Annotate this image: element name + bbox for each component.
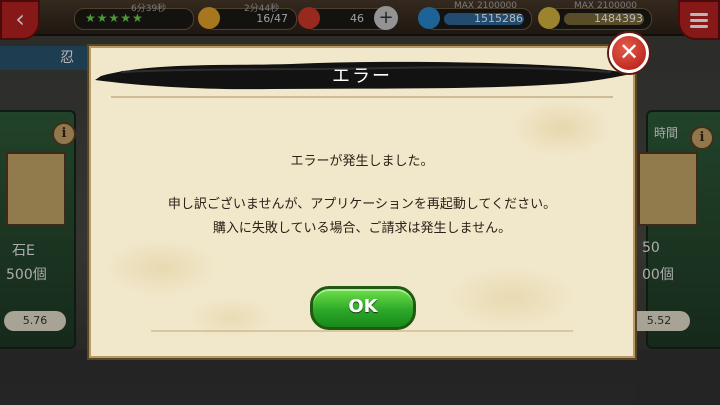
error-message: エラーが発生しました。	[290, 154, 434, 169]
close-icon: ✕	[618, 38, 640, 66]
billing-message: 購入に失敗している場合、ご請求は発生しません。	[212, 221, 512, 236]
ok-button[interactable]: OK	[310, 286, 416, 330]
close-button[interactable]: ✕	[609, 33, 649, 73]
restart-message: 申し訳ございませんが、アプリケーションを再起動してください。	[167, 197, 557, 212]
title-divider	[111, 96, 613, 98]
dialog-title: エラー	[332, 66, 392, 87]
error-dialog: エラー エラーが発生しました。 申し訳ございませんが、アプリケーションを再起動し…	[89, 46, 635, 358]
bottom-divider	[151, 330, 573, 332]
